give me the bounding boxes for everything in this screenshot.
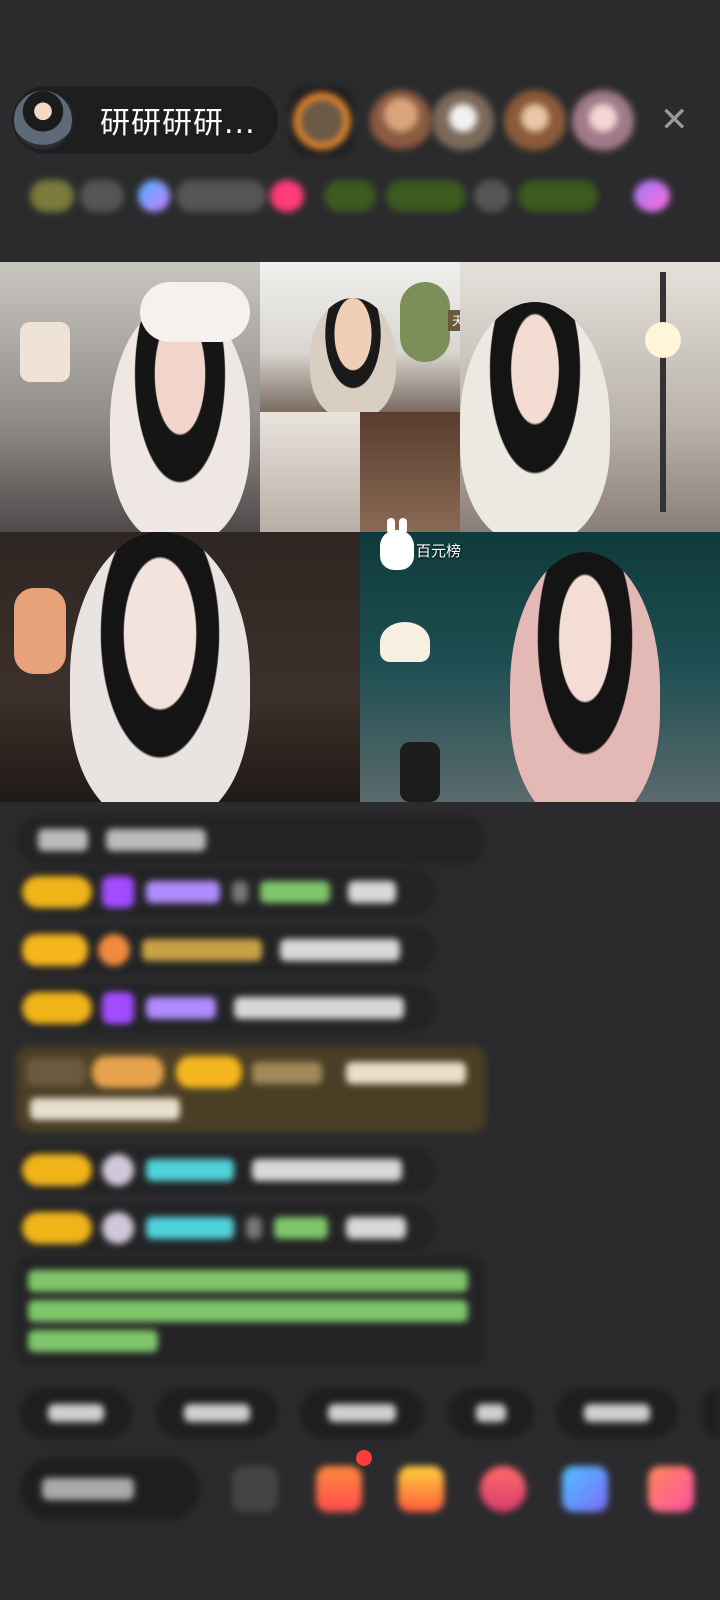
lamp-light [645, 322, 681, 358]
video-tile-4[interactable] [460, 262, 720, 532]
chat-separator [232, 881, 248, 903]
activity-badge-row [20, 174, 700, 218]
notice-text-line [28, 1300, 468, 1322]
fan-badge [176, 1056, 242, 1088]
level-badge [22, 1154, 92, 1186]
more-icon[interactable] [648, 1466, 694, 1512]
quick-reply-chip[interactable] [556, 1388, 678, 1438]
comment-placeholder [42, 1478, 134, 1500]
chat-message[interactable] [16, 868, 436, 916]
host-avatar[interactable] [12, 89, 74, 151]
streamer-figure [460, 302, 610, 532]
rank-tag-label: 百元榜 [416, 541, 462, 560]
viewer-avatar[interactable] [432, 90, 494, 152]
comment-input[interactable] [20, 1458, 200, 1520]
level-badge [22, 876, 92, 908]
task-badge[interactable] [386, 180, 466, 212]
viewer-avatar[interactable] [572, 90, 634, 152]
video-tile-3[interactable] [360, 412, 460, 532]
treasure-icon[interactable] [398, 1466, 444, 1512]
chat-username[interactable] [252, 1062, 322, 1084]
level-badge [22, 1212, 92, 1244]
rank-text [80, 180, 124, 212]
quick-reply-chip[interactable] [448, 1388, 534, 1438]
host-info-pill[interactable]: 研研研研... [12, 86, 278, 154]
ticket-icon[interactable] [138, 180, 170, 212]
chat-separator [246, 1217, 262, 1239]
task-badge[interactable] [518, 180, 598, 212]
more-activity-icon[interactable] [634, 180, 670, 212]
task-badge[interactable] [474, 180, 510, 212]
chat-text [346, 1062, 466, 1084]
chat-username[interactable] [146, 1159, 234, 1181]
game-icon[interactable] [562, 1466, 608, 1512]
level-badge [22, 992, 92, 1024]
video-tile-5[interactable] [0, 532, 360, 802]
gift-level-badge [92, 1056, 164, 1088]
viewer-avatar[interactable] [370, 90, 432, 152]
chat-text [280, 939, 400, 961]
emoji-icon[interactable] [232, 1466, 278, 1512]
hundred-yuan-rank-tag[interactable]: 百元榜 [380, 518, 462, 570]
fan-badge [22, 934, 88, 966]
floor-lamp [660, 272, 666, 512]
chat-message[interactable] [16, 816, 486, 864]
gem-icon [102, 992, 134, 1024]
heart-icon [98, 934, 130, 966]
quick-reply-chip[interactable] [702, 1388, 720, 1438]
fan-club-icon[interactable] [480, 1466, 526, 1512]
quick-reply-chip[interactable] [156, 1388, 278, 1438]
viewer-avatar[interactable] [504, 90, 566, 152]
video-tile-6[interactable] [360, 532, 720, 802]
chat-username[interactable] [274, 1217, 328, 1239]
chat-username[interactable] [260, 881, 330, 903]
avatar [102, 1154, 134, 1186]
system-notice [16, 1256, 486, 1366]
chat-username[interactable] [146, 997, 216, 1019]
avatar [102, 1212, 134, 1244]
video-tile-2-extension [260, 412, 360, 532]
gift-icon[interactable] [316, 1466, 362, 1512]
bunny-headband [140, 282, 250, 342]
notice-text-line [28, 1330, 158, 1352]
chat-username[interactable] [146, 881, 220, 903]
flower-vase [14, 588, 66, 674]
video-tile-1[interactable] [0, 262, 260, 532]
gift-badge [26, 1058, 86, 1086]
host-name: 研研研研... [100, 106, 256, 141]
chat-message[interactable] [16, 984, 436, 1032]
chat-text [38, 829, 88, 851]
chat-message[interactable] [16, 1146, 436, 1194]
chat-text [348, 881, 396, 903]
close-icon[interactable]: ✕ [660, 100, 689, 140]
chat-text [106, 829, 206, 851]
flower-decor [20, 322, 70, 382]
notice-text-line [28, 1270, 468, 1292]
desk-lamp [380, 622, 430, 662]
video-tile-2[interactable] [260, 262, 460, 412]
chat-text [30, 1098, 180, 1120]
chat-text [234, 997, 404, 1019]
notification-dot [356, 1450, 372, 1466]
chat-text [252, 1159, 402, 1181]
chat-message[interactable] [16, 926, 436, 974]
plant-decor [400, 282, 450, 362]
streamer-figure [310, 298, 396, 412]
viewer-avatar[interactable] [290, 86, 354, 156]
bunny-icon [380, 518, 414, 570]
gem-icon [102, 876, 134, 908]
gift-message-banner[interactable] [16, 1046, 486, 1132]
chat-message[interactable] [16, 1204, 436, 1252]
rank-badge[interactable] [30, 180, 74, 212]
pk-icon[interactable] [270, 180, 304, 212]
chat-text [346, 1217, 406, 1239]
quick-reply-chip[interactable] [20, 1388, 132, 1438]
streamer-figure [70, 532, 250, 802]
task-badge[interactable] [324, 180, 376, 212]
microphone [400, 742, 440, 802]
chat-username[interactable] [142, 939, 262, 961]
chat-username[interactable] [146, 1217, 234, 1239]
ticket-text [176, 180, 266, 212]
quick-reply-chip[interactable] [300, 1388, 424, 1438]
